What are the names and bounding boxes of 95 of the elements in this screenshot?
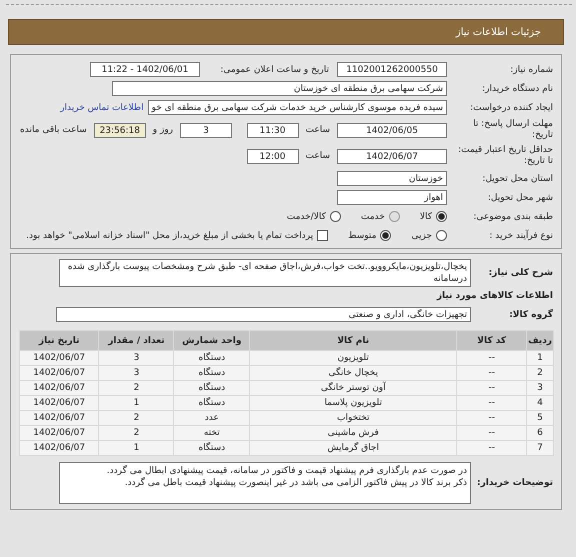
table-cell: دستگاه [174, 441, 250, 455]
table-cell: دستگاه [174, 351, 250, 365]
announce-date-field: 1402/06/01 - 11:22 [90, 62, 200, 77]
field-label: ایجاد کننده درخواست: [469, 102, 553, 112]
option-label: کالا [420, 212, 432, 222]
field-label: شهر محل تحویل: [486, 192, 553, 202]
table-cell: دستگاه [174, 366, 250, 380]
table-cell: تلویزیون پلاسما [250, 396, 456, 410]
table-cell: -- [457, 426, 526, 440]
section-heading: اطلاعات کالاهای مورد نیاز [436, 291, 553, 301]
option-label: کالا/خدمت [286, 212, 326, 222]
field-label: روز و [151, 125, 174, 135]
table-cell: 2 [527, 366, 553, 380]
field-label: توضیحات خریدار: [476, 478, 553, 488]
field-label: ساعت [304, 125, 331, 135]
table-cell: آون توستر خانگی [250, 381, 456, 395]
field-label: نوع فرآیند خرید : [488, 230, 553, 240]
table-cell: 3 [99, 351, 174, 365]
buyer-field: شرکت سهامی برق منطقه ای خوزستان [112, 81, 447, 96]
radio-button[interactable] [436, 230, 447, 241]
table-cell: تخته [174, 426, 250, 440]
table-cell: یخچال خانگی [250, 366, 456, 380]
deadline-date-field: 1402/06/05 [337, 122, 447, 138]
column-header: کد کالا [457, 331, 526, 350]
radio-button[interactable] [330, 211, 341, 222]
goods-group-field: تجهیزات خانگی، اداری و صنعتی [56, 307, 471, 322]
field-label: طبقه بندی موضوعی: [472, 212, 553, 222]
field-label: شرح کلی نیاز: [488, 268, 553, 278]
radio-button[interactable] [436, 211, 447, 222]
column-header: تاریخ نیاز [20, 331, 98, 350]
table-cell: 1 [99, 441, 174, 455]
table-cell: عدد [174, 411, 250, 425]
table-cell: 6 [527, 426, 553, 440]
table-cell: -- [457, 396, 526, 410]
column-header: تعداد / مقدار [99, 331, 174, 350]
table-cell: 3 [527, 381, 553, 395]
city-field: اهواز [337, 190, 447, 205]
contact-link[interactable]: اطلاعات تماس خریدار [60, 102, 144, 112]
field-label: نام دستگاه خریدار: [481, 84, 553, 94]
note-line: در صورت عدم بارگذاری فرم پیشنهاد قیمت و فاکتور در سامانه، قیمت پیشنهادی ابطال می گردد. [106, 465, 467, 477]
table-cell: 1402/06/07 [20, 441, 98, 455]
table-cell: 1402/06/07 [20, 381, 98, 395]
table-cell: -- [457, 381, 526, 395]
option-label: خدمت [360, 212, 385, 222]
column-header: واحد شمارش [174, 331, 250, 350]
table-cell: 1 [527, 351, 553, 365]
field-label: گروه کالا: [508, 310, 553, 320]
field-label: حداقل تاریخ اعتبار قیمت: تا تاریخ: [457, 145, 553, 167]
days-field: 3 [180, 122, 232, 138]
field-label: تاریخ و ساعت اعلان عمومی: [219, 64, 329, 74]
description-field: یخچال،تلویزیون،مایکروویو..تخت خواب،فرش،اجاق صفحه ای- طبق شرح ومشخصات پیوست بارگذاری شده درسامانه [59, 259, 471, 287]
table-cell: 4 [527, 396, 553, 410]
field-label: استان محل تحویل: [481, 174, 553, 184]
table-cell: 1402/06/07 [20, 366, 98, 380]
table-cell: تلویزیون [250, 351, 456, 365]
remaining-time-field: 23:56:18 [94, 122, 146, 138]
table-cell: -- [457, 441, 526, 455]
table-cell: تختخواب [250, 411, 456, 425]
table-cell: 1402/06/07 [20, 351, 98, 365]
table-cell: 5 [527, 411, 553, 425]
validity-date-field: 1402/06/07 [337, 148, 447, 164]
table-cell: -- [457, 366, 526, 380]
note-line: ذکر برند کالا در پیش فاکتور الزامی می باشد در غیر اینصورت پیشنهاد قیمت باطل می گردد. [124, 477, 467, 489]
option-label: متوسط [348, 230, 376, 240]
field-label: مهلت ارسال پاسخ: تا تاریخ: [472, 119, 553, 141]
province-field: خوزستان [337, 171, 447, 186]
page-title: جزئیات اطلاعات نیاز [456, 26, 541, 38]
field-label: ساعت [304, 151, 331, 161]
validity-time-field: 12:00 [246, 148, 298, 164]
option-label: جزیی [411, 230, 432, 240]
table-cell: 2 [99, 381, 174, 395]
table-cell: فرش ماشینی [250, 426, 456, 440]
table-cell: 1402/06/07 [20, 396, 98, 410]
table-cell: دستگاه [174, 381, 250, 395]
table-cell: 3 [99, 366, 174, 380]
column-header: نام کالا [250, 331, 456, 350]
table-cell: -- [457, 351, 526, 365]
field-label: شماره نیاز: [509, 64, 553, 74]
table-cell: 1402/06/07 [20, 411, 98, 425]
table-cell: اجاق گرمایش [250, 441, 456, 455]
table-cell: 1402/06/07 [20, 426, 98, 440]
table-cell: 1 [99, 396, 174, 410]
checkbox[interactable] [317, 230, 328, 241]
need-number-field: 1102001262000550 [337, 62, 447, 77]
column-header: ردیف [527, 331, 553, 350]
table-cell: 2 [99, 426, 174, 440]
table-cell: دستگاه [174, 396, 250, 410]
field-label: ساعت باقی مانده [19, 125, 88, 135]
radio-button[interactable] [380, 230, 392, 241]
deadline-time-field: 11:30 [246, 122, 298, 138]
creator-field: سیده فریده موسوی کارشناس خرید خدمات شرکت سهامی برق منطقه ای خو [148, 100, 447, 115]
checkbox-label: پرداخت تمام یا بخشی از مبلغ خرید،از محل "اسناد خزانه اسلامی" خواهد بود. [26, 230, 314, 240]
table-cell: -- [457, 411, 526, 425]
table-cell: 2 [99, 411, 174, 425]
table-cell: 7 [527, 441, 553, 455]
